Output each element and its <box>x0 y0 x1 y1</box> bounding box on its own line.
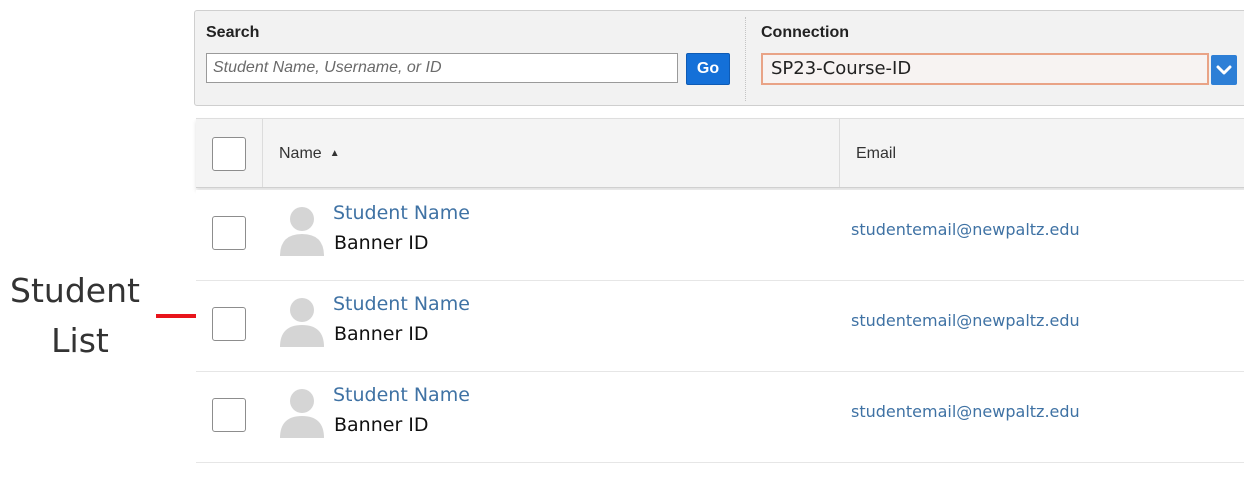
search-input[interactable] <box>206 53 678 83</box>
annotation-line-1: Student <box>10 271 140 310</box>
student-email-link[interactable]: studentemail@newpaltz.edu <box>851 220 1080 239</box>
name-header-text[interactable]: Name ▲ <box>279 145 340 163</box>
search-panel: Search Go Connection SP23-Course-ID <box>194 10 1244 106</box>
student-list-annotation: Student List <box>0 266 160 366</box>
search-label: Search <box>206 24 260 41</box>
table-row: Student Name Banner ID studentemail@newp… <box>196 190 1244 281</box>
panel-divider <box>745 17 746 101</box>
annotation-connector <box>156 314 200 318</box>
student-table: Name ▲ Email Student Name Banner ID stude… <box>196 118 1244 478</box>
user-avatar-icon <box>280 207 324 256</box>
user-avatar-icon <box>280 389 324 438</box>
chevron-down-icon[interactable] <box>1211 55 1237 85</box>
name-column-header[interactable]: Name ▲ <box>263 119 840 187</box>
student-name-link[interactable]: Student Name <box>333 202 470 224</box>
email-column-header[interactable]: Email <box>840 119 1244 187</box>
banner-id: Banner ID <box>334 323 429 345</box>
user-avatar-icon <box>280 298 324 347</box>
row-checkbox[interactable] <box>212 216 246 250</box>
student-name-link[interactable]: Student Name <box>333 384 470 406</box>
annotation-line-2: List <box>51 321 109 360</box>
connection-label: Connection <box>761 24 849 41</box>
table-header: Name ▲ Email <box>196 118 1244 188</box>
table-row: Student Name Banner ID studentemail@newp… <box>196 281 1244 372</box>
row-checkbox[interactable] <box>212 398 246 432</box>
row-checkbox[interactable] <box>212 307 246 341</box>
banner-id: Banner ID <box>334 414 429 436</box>
select-all-cell <box>196 119 263 187</box>
student-name-link[interactable]: Student Name <box>333 293 470 315</box>
banner-id: Banner ID <box>334 232 429 254</box>
table-row: Student Name Banner ID studentemail@newp… <box>196 372 1244 463</box>
select-all-checkbox[interactable] <box>212 137 246 171</box>
sort-ascending-icon: ▲ <box>329 148 340 159</box>
connection-select[interactable]: SP23-Course-ID <box>761 53 1209 85</box>
go-button[interactable]: Go <box>686 53 730 85</box>
student-email-link[interactable]: studentemail@newpaltz.edu <box>851 402 1080 421</box>
student-email-link[interactable]: studentemail@newpaltz.edu <box>851 311 1080 330</box>
email-header-text: Email <box>856 145 897 162</box>
